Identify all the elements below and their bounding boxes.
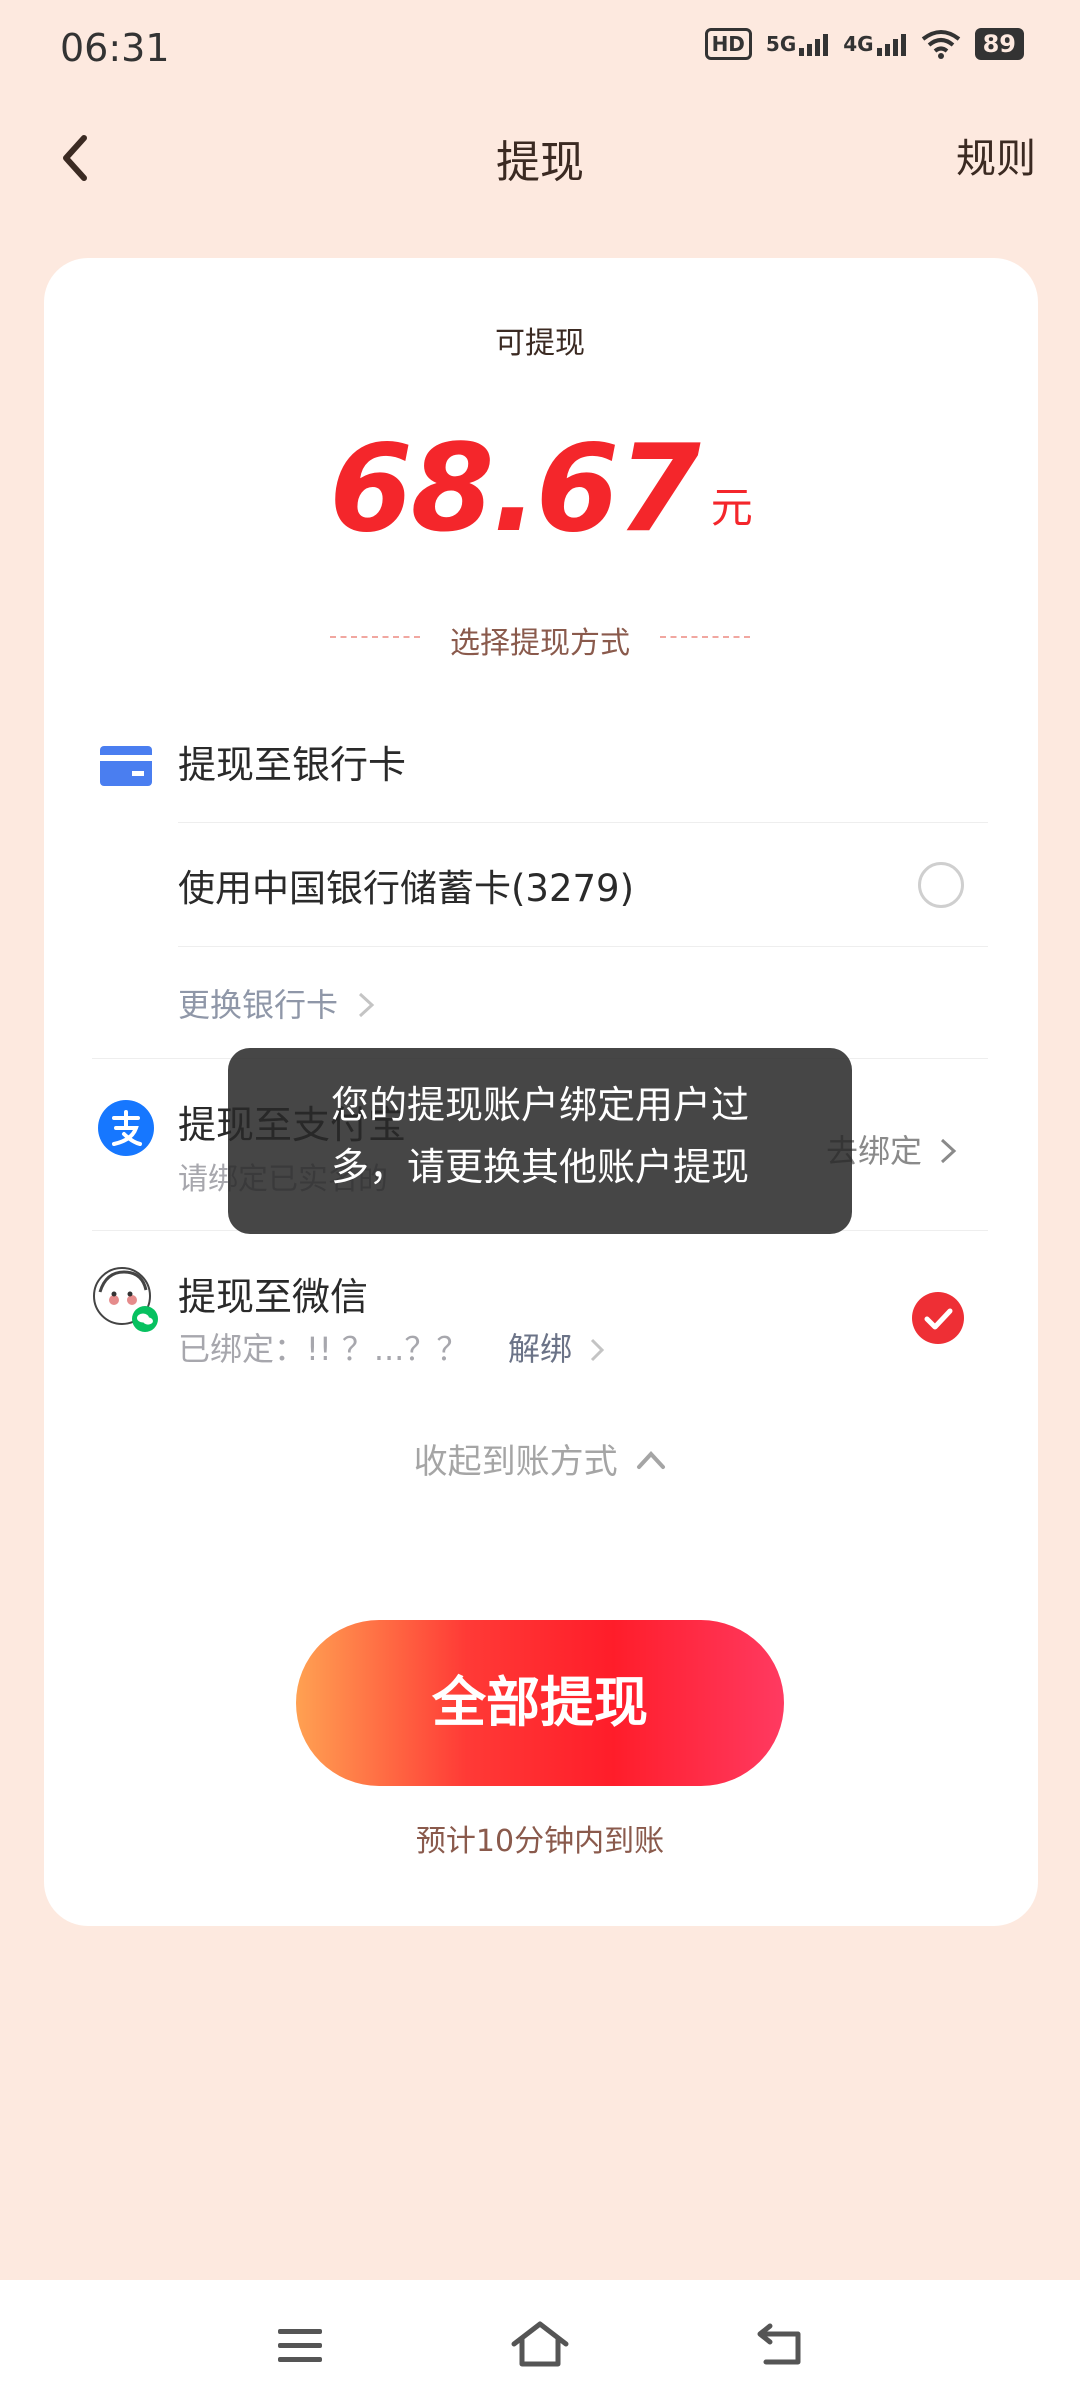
withdraw-all-label[interactable]: 全部提现	[296, 1620, 784, 1786]
home-icon[interactable]	[510, 2318, 570, 2370]
arrival-estimate: 预计10分钟内到账	[415, 1824, 665, 1859]
status-icons: HD 5G 4G 89	[704, 28, 1024, 60]
bank-card-icon	[100, 746, 152, 786]
wechat-unbind-link[interactable]: 解绑	[508, 1324, 606, 1370]
page-title: 提现	[496, 137, 584, 188]
menu-icon[interactable]	[276, 2326, 324, 2366]
bank-card-radio[interactable]	[918, 862, 964, 908]
divider	[178, 946, 988, 947]
wechat-subtitle: 已绑定：!! ？...？？	[178, 1330, 469, 1368]
bank-method-title: 提现至银行卡	[178, 743, 407, 787]
wechat-avatar	[92, 1266, 158, 1332]
toast-line-2: 多，请更换其他账户提现	[330, 1145, 749, 1189]
change-bank-card-link[interactable]: 更换银行卡	[178, 980, 376, 1026]
wechat-selected-check[interactable]	[912, 1292, 964, 1344]
bank-card-option[interactable]: 使用中国银行储蓄卡(3279)	[178, 858, 634, 912]
wechat-icon	[132, 1306, 158, 1332]
wifi-icon	[921, 30, 960, 59]
section-divider-right	[660, 636, 750, 638]
chevron-right-icon	[359, 992, 375, 1018]
amount-unit: 元	[710, 483, 753, 532]
signal-4g-icon: 4G	[843, 32, 906, 56]
available-amount: 68.67 元	[0, 420, 1080, 559]
battery-icon: 89	[974, 28, 1024, 60]
wechat-method-title[interactable]: 提现至微信	[178, 1266, 368, 1321]
signal-5g-icon: 5G	[766, 32, 829, 56]
rules-link[interactable]: 规则	[956, 126, 1036, 184]
collapse-methods-toggle[interactable]: 收起到账方式	[0, 1434, 1080, 1483]
back-nav-icon[interactable]	[756, 2322, 806, 2368]
toast-line-1: 您的提现账户绑定用户过	[330, 1083, 749, 1127]
chevron-right-icon	[591, 1338, 605, 1362]
chevron-up-icon	[637, 1451, 666, 1469]
divider	[178, 822, 988, 823]
available-label: 可提现	[495, 326, 585, 361]
alipay-icon	[98, 1100, 154, 1156]
hd-icon: HD	[704, 28, 752, 60]
method-section-title: 选择提现方式	[450, 626, 630, 661]
toast-message: 您的提现账户绑定用户过 多，请更换其他账户提现	[228, 1048, 852, 1234]
status-bar: 06:31 HD 5G 4G 89	[0, 0, 1080, 96]
chevron-right-icon	[941, 1138, 957, 1164]
system-nav-bar	[0, 2280, 1080, 2404]
status-time: 06:31	[60, 26, 170, 70]
amount-value: 68.67	[329, 420, 701, 559]
